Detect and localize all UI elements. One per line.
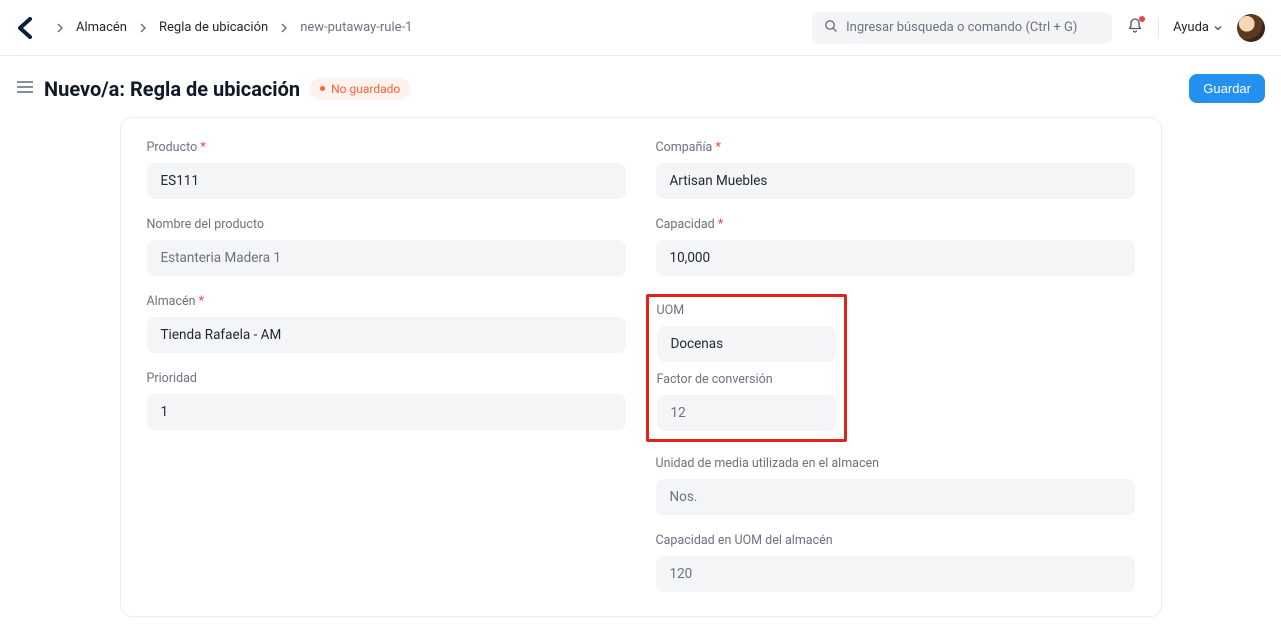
app-logo-icon[interactable]	[16, 17, 34, 39]
label-conversion-factor: Factor de conversión	[657, 372, 836, 387]
field-priority: Prioridad 1	[147, 371, 626, 430]
highlight-annotation: UOM Docenas Factor de conversión 12	[646, 294, 847, 442]
field-conversion-factor: Factor de conversión 12	[657, 372, 836, 431]
page-title: Nuevo/a: Regla de ubicación	[44, 77, 300, 101]
chevron-right-icon	[278, 22, 290, 34]
label-company: Compañía	[656, 140, 1135, 155]
label-product-name: Nombre del producto	[147, 217, 626, 232]
field-stock-uom: Unidad de media utilizada en el almacen …	[656, 456, 1135, 515]
value-conversion-factor: 12	[657, 395, 836, 431]
avatar[interactable]	[1237, 14, 1265, 42]
field-product-name: Nombre del producto Estanteria Madera 1	[147, 217, 626, 276]
search-input[interactable]: Ingresar búsqueda o comando (Ctrl + G)	[812, 12, 1112, 44]
input-uom[interactable]: Docenas	[657, 326, 836, 362]
unsaved-label: No guardado	[331, 82, 400, 96]
vertical-divider	[1158, 18, 1159, 38]
notifications-button[interactable]	[1126, 17, 1144, 39]
breadcrumb-item-warehouse[interactable]: Almacén	[70, 16, 133, 39]
value-product-name: Estanteria Madera 1	[147, 240, 626, 276]
label-priority: Prioridad	[147, 371, 626, 386]
field-capacity: Capacidad 10,000	[656, 217, 1135, 276]
topbar-right: Ingresar búsqueda o comando (Ctrl + G) A…	[812, 12, 1265, 44]
field-capacity-stock-uom: Capacidad en UOM del almacén 120	[656, 533, 1135, 592]
save-button[interactable]: Guardar	[1189, 74, 1265, 103]
help-menu[interactable]: Ayuda	[1173, 20, 1223, 35]
field-uom: UOM Docenas	[657, 303, 836, 362]
input-priority[interactable]: 1	[147, 394, 626, 430]
input-company[interactable]: Artisan Muebles	[656, 163, 1135, 199]
label-warehouse: Almacén	[147, 294, 626, 309]
form-column-left: Producto ES111 Nombre del producto Estan…	[147, 140, 626, 592]
form-card: Producto ES111 Nombre del producto Estan…	[120, 117, 1162, 617]
label-stock-uom: Unidad de media utilizada en el almacen	[656, 456, 1135, 471]
chevron-right-icon	[54, 22, 66, 34]
search-icon	[824, 19, 838, 37]
notification-dot-icon	[1139, 16, 1145, 22]
label-product: Producto	[147, 140, 626, 155]
page-header-left: Nuevo/a: Regla de ubicación No guardado	[16, 77, 410, 101]
label-capacity-stock-uom: Capacidad en UOM del almacén	[656, 533, 1135, 548]
help-label: Ayuda	[1173, 20, 1209, 35]
input-capacity[interactable]: 10,000	[656, 240, 1135, 276]
topbar: Almacén Regla de ubicación new-putaway-r…	[0, 0, 1281, 56]
field-company: Compañía Artisan Muebles	[656, 140, 1135, 199]
value-capacity-stock-uom: 120	[656, 556, 1135, 592]
unsaved-badge: No guardado	[310, 78, 410, 100]
form-column-right: Compañía Artisan Muebles Capacidad 10,00…	[656, 140, 1135, 592]
search-placeholder: Ingresar búsqueda o comando (Ctrl + G)	[846, 20, 1077, 35]
input-warehouse[interactable]: Tienda Rafaela - AM	[147, 317, 626, 353]
label-capacity: Capacidad	[656, 217, 1135, 232]
field-product: Producto ES111	[147, 140, 626, 199]
page-header: Nuevo/a: Regla de ubicación No guardado …	[0, 56, 1281, 117]
chevron-right-icon	[137, 22, 149, 34]
topbar-left: Almacén Regla de ubicación new-putaway-r…	[16, 16, 418, 39]
field-warehouse: Almacén Tienda Rafaela - AM	[147, 294, 626, 353]
breadcrumb-item-current: new-putaway-rule-1	[294, 16, 418, 39]
value-stock-uom: Nos.	[656, 479, 1135, 515]
sidebar-toggle-button[interactable]	[16, 80, 34, 98]
input-product[interactable]: ES111	[147, 163, 626, 199]
chevron-down-icon	[1213, 23, 1223, 33]
label-uom: UOM	[657, 303, 836, 318]
breadcrumb-item-putaway-rule[interactable]: Regla de ubicación	[153, 16, 274, 39]
